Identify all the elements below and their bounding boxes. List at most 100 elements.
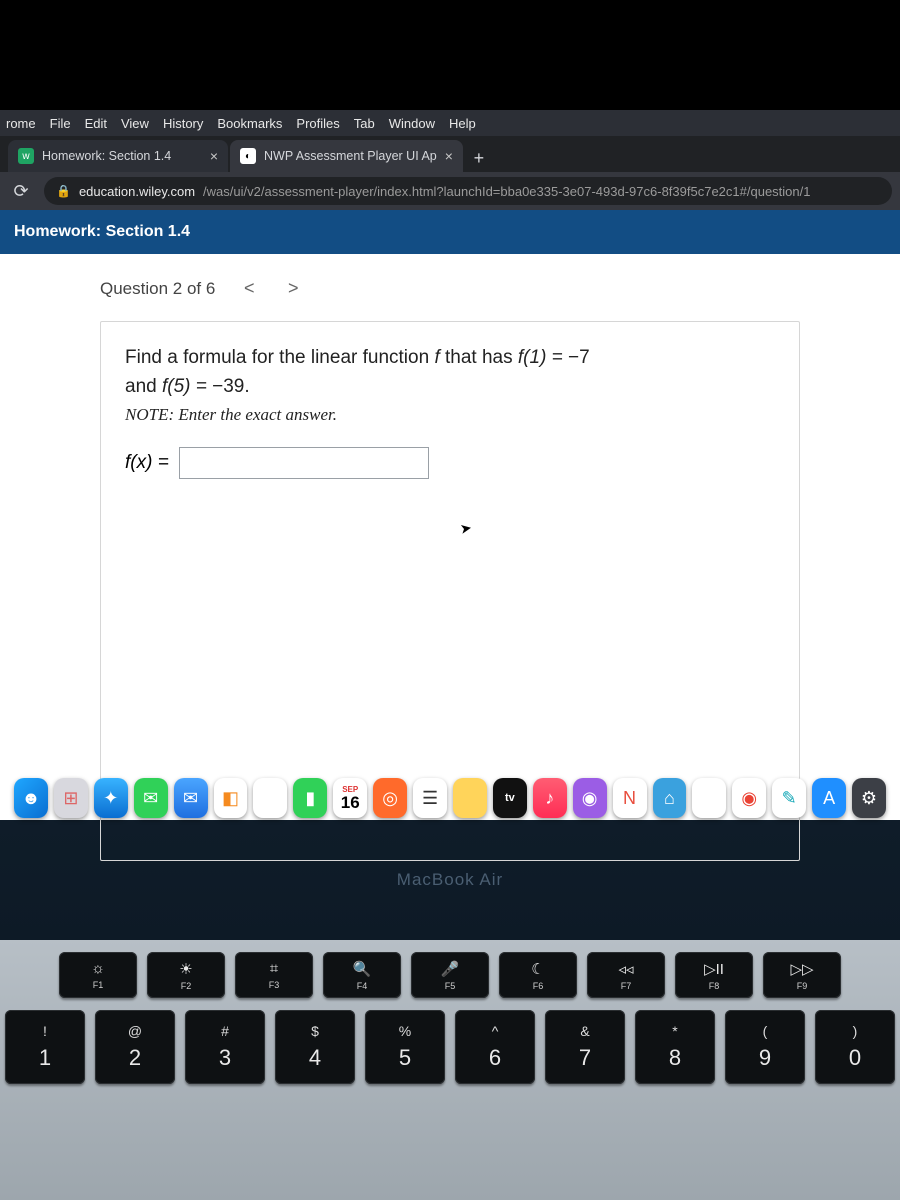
key-9[interactable]: (9 <box>725 1010 805 1084</box>
close-icon[interactable]: × <box>210 148 218 164</box>
menu-item[interactable]: Profiles <box>296 116 339 131</box>
key-main: 7 <box>579 1045 591 1071</box>
menu-item[interactable]: File <box>50 116 71 131</box>
f6-key[interactable]: ☾F6 <box>499 952 577 998</box>
menu-item[interactable]: Bookmarks <box>217 116 282 131</box>
question-note: NOTE: Enter the exact answer. <box>125 405 775 425</box>
key-2[interactable]: @2 <box>95 1010 175 1084</box>
launchpad-icon[interactable]: ⊞ <box>54 778 88 818</box>
app-icon[interactable]: ⌂ <box>653 778 687 818</box>
menu-item[interactable]: Edit <box>85 116 107 131</box>
reload-icon[interactable]: ⟳ <box>8 178 34 204</box>
menu-item[interactable]: Window <box>389 116 435 131</box>
assignment-title: Homework: Section 1.4 <box>14 223 190 241</box>
address-bar[interactable]: 🔒 education.wiley.com /was/ui/v2/assessm… <box>44 177 892 205</box>
prompt-text: Find a formula for the linear function <box>125 347 434 368</box>
key-main: 4 <box>309 1045 321 1071</box>
url-host: education.wiley.com <box>79 184 195 199</box>
key-8[interactable]: *8 <box>635 1010 715 1084</box>
f8-key[interactable]: ▷IIF8 <box>675 952 753 998</box>
f3-key[interactable]: ⌗ F3 <box>235 952 313 998</box>
key-shift: * <box>672 1023 677 1039</box>
app-icon[interactable]: ◧ <box>214 778 248 818</box>
math-text: −7 <box>568 347 590 368</box>
key-main: 5 <box>399 1045 411 1071</box>
key-label: F7 <box>621 981 632 991</box>
key-0[interactable]: )0 <box>815 1010 895 1084</box>
close-icon[interactable]: × <box>445 148 453 164</box>
f9-key[interactable]: ▷▷F9 <box>763 952 841 998</box>
key-label: F4 <box>357 981 368 991</box>
lock-icon: 🔒 <box>56 184 71 198</box>
f5-key[interactable]: 🎤F5 <box>411 952 489 998</box>
f7-key[interactable]: ◃◃F7 <box>587 952 665 998</box>
key-label: F8 <box>709 981 720 991</box>
settings-icon[interactable]: ⚙ <box>852 778 886 818</box>
tab-title: NWP Assessment Player UI Ap <box>264 149 437 163</box>
menu-item[interactable]: rome <box>6 116 36 131</box>
math-text: f(5) = <box>162 376 212 397</box>
assignment-header: Homework: Section 1.4 <box>0 210 900 254</box>
calendar-icon[interactable]: SEP 16 <box>333 778 367 818</box>
answer-input[interactable] <box>179 447 429 479</box>
appstore-icon[interactable]: A <box>812 778 846 818</box>
favicon-icon: w <box>18 148 34 164</box>
favicon-icon: ◐ <box>240 148 256 164</box>
key-symbol: ▷▷ <box>790 960 813 978</box>
chrome-icon[interactable]: ◉ <box>732 778 766 818</box>
browser-tab[interactable]: w Homework: Section 1.4 × <box>8 140 228 172</box>
key-4[interactable]: $4 <box>275 1010 355 1084</box>
key-shift: ! <box>43 1023 47 1039</box>
f1-key[interactable]: ☼F1 <box>59 952 137 998</box>
key-1[interactable]: !1 <box>5 1010 85 1084</box>
key-6[interactable]: ^6 <box>455 1010 535 1084</box>
key-label: F3 <box>269 980 280 990</box>
podcasts-icon[interactable]: ◉ <box>573 778 607 818</box>
mac-menubar: rome File Edit View History Bookmarks Pr… <box>0 110 900 136</box>
menu-item[interactable]: Tab <box>354 116 375 131</box>
notes-icon[interactable] <box>453 778 487 818</box>
menu-item[interactable]: Help <box>449 116 476 131</box>
f2-key[interactable]: ☀F2 <box>147 952 225 998</box>
key-label: F2 <box>181 981 192 991</box>
new-tab-button[interactable]: + <box>465 144 493 172</box>
browser-tabstrip: w Homework: Section 1.4 × ◐ NWP Assessme… <box>0 136 900 172</box>
cursor-icon: ➤ <box>459 519 474 538</box>
browser-tab-active[interactable]: ◐ NWP Assessment Player UI Ap × <box>230 140 463 172</box>
menu-item[interactable]: History <box>163 116 203 131</box>
music-icon[interactable]: ♪ <box>533 778 567 818</box>
key-shift: # <box>221 1023 229 1039</box>
page-content: Homework: Section 1.4 Question 2 of 6 < … <box>0 210 900 820</box>
app-icon[interactable]: ◎ <box>373 778 407 818</box>
app-icon[interactable]: ▥ <box>692 778 726 818</box>
number-key-row: !1 @2 #3 $4 %5 ^6 &7 *8 (9 )0 <box>4 1010 896 1084</box>
key-shift: % <box>399 1023 411 1039</box>
messages-icon[interactable]: ✉ <box>134 778 168 818</box>
question-nav: Question 2 of 6 < > <box>100 278 800 299</box>
prev-question-button[interactable]: < <box>239 278 259 299</box>
app-icon[interactable]: N <box>613 778 647 818</box>
mail-icon[interactable]: ✉ <box>174 778 208 818</box>
key-main: 9 <box>759 1045 771 1071</box>
key-main: 3 <box>219 1045 231 1071</box>
key-3[interactable]: #3 <box>185 1010 265 1084</box>
key-main: 0 <box>849 1045 861 1071</box>
app-icon[interactable]: ✎ <box>772 778 806 818</box>
facetime-icon[interactable]: ▮ <box>293 778 327 818</box>
key-label: F6 <box>533 981 544 991</box>
key-main: 6 <box>489 1045 501 1071</box>
reminders-icon[interactable]: ☰ <box>413 778 447 818</box>
f4-key[interactable]: 🔍 F4 <box>323 952 401 998</box>
photos-icon[interactable]: ✿ <box>253 778 287 818</box>
key-5[interactable]: %5 <box>365 1010 445 1084</box>
finder-icon[interactable]: ☻ <box>14 778 48 818</box>
key-symbol: 🔍 <box>353 960 372 978</box>
tv-icon[interactable]: tv <box>493 778 527 818</box>
key-7[interactable]: &7 <box>545 1010 625 1084</box>
browser-toolbar: ⟳ 🔒 education.wiley.com /was/ui/v2/asses… <box>0 172 900 210</box>
keyboard: ☼F1 ☀F2 ⌗F3 🔍F4 🎤F5 ☾F6 ◃◃F7 ▷IIF8 ▷▷F9 … <box>0 940 900 1200</box>
safari-icon[interactable]: ✦ <box>94 778 128 818</box>
next-question-button[interactable]: > <box>283 278 303 299</box>
menu-item[interactable]: View <box>121 116 149 131</box>
key-symbol: ⌗ <box>270 960 278 977</box>
